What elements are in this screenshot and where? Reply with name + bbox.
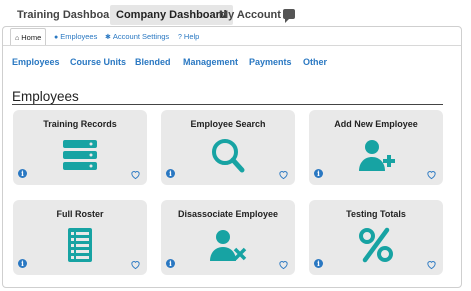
- info-icon[interactable]: i: [166, 259, 175, 268]
- subnav-divider: [3, 45, 461, 46]
- category-management[interactable]: Management: [183, 57, 238, 67]
- subtab-help-label: Help: [183, 32, 200, 41]
- card-title: Employee Search: [190, 119, 266, 129]
- search-icon: [212, 139, 245, 173]
- category-payments[interactable]: Payments: [249, 57, 292, 67]
- subtab-employees[interactable]: ● Employees: [54, 29, 97, 45]
- card-title: Training Records: [43, 119, 117, 129]
- heart-icon[interactable]: [426, 259, 437, 270]
- card-add-new-employee[interactable]: Add New Employee i: [309, 110, 443, 185]
- top-navigation: Training Dashboard Company Dashboard My …: [0, 0, 471, 28]
- subtab-employees-label: Employees: [60, 32, 98, 41]
- heart-icon[interactable]: [130, 259, 141, 270]
- category-other[interactable]: Other: [303, 57, 327, 67]
- subtab-home-label: Home: [21, 33, 42, 42]
- subtab-home[interactable]: ⌂ Home: [10, 28, 47, 46]
- card-title: Add New Employee: [334, 119, 418, 129]
- card-disassociate-employee[interactable]: Disassociate Employee i: [161, 200, 295, 275]
- info-icon[interactable]: i: [314, 169, 323, 178]
- card-title: Testing Totals: [346, 209, 406, 219]
- list-icon: [68, 228, 92, 262]
- subtab-account-settings-label: Account Settings: [112, 32, 170, 41]
- tab-my-account[interactable]: My Account: [213, 5, 287, 25]
- category-blended[interactable]: Blended: [135, 57, 171, 67]
- category-course-units[interactable]: Course Units: [70, 57, 126, 67]
- card-title: Disassociate Employee: [177, 209, 279, 219]
- chat-icon[interactable]: [283, 9, 295, 23]
- card-testing-totals[interactable]: Testing Totals i: [309, 200, 443, 275]
- question-icon: ?: [178, 34, 182, 41]
- info-icon[interactable]: i: [314, 259, 323, 268]
- user-remove-icon: [210, 230, 247, 261]
- category-employees[interactable]: Employees: [12, 57, 60, 67]
- section-divider: [12, 104, 443, 105]
- heart-icon[interactable]: [278, 259, 289, 270]
- heart-icon[interactable]: [426, 169, 437, 180]
- card-employee-search[interactable]: Employee Search i: [161, 110, 295, 185]
- subtab-account-settings[interactable]: ✱ Account Settings: [105, 29, 169, 45]
- subtab-help[interactable]: ? Help: [178, 29, 199, 45]
- card-full-roster[interactable]: Full Roster i: [13, 200, 147, 275]
- heart-icon[interactable]: [278, 169, 289, 180]
- gear-icon: ✱: [105, 34, 111, 41]
- tab-training-dashboard[interactable]: Training Dashboard: [11, 5, 126, 25]
- info-icon[interactable]: i: [18, 169, 27, 178]
- users-icon: ●: [54, 34, 59, 41]
- percent-icon: [359, 227, 393, 263]
- user-plus-icon: [359, 140, 395, 171]
- card-training-records[interactable]: Training Records i: [13, 110, 147, 185]
- info-icon[interactable]: i: [166, 169, 175, 178]
- heart-icon[interactable]: [130, 169, 141, 180]
- home-icon: ⌂: [15, 35, 20, 42]
- section-title: Employees: [12, 89, 79, 104]
- card-title: Full Roster: [56, 209, 104, 219]
- server-stack-icon: [63, 140, 97, 170]
- info-icon[interactable]: i: [18, 259, 27, 268]
